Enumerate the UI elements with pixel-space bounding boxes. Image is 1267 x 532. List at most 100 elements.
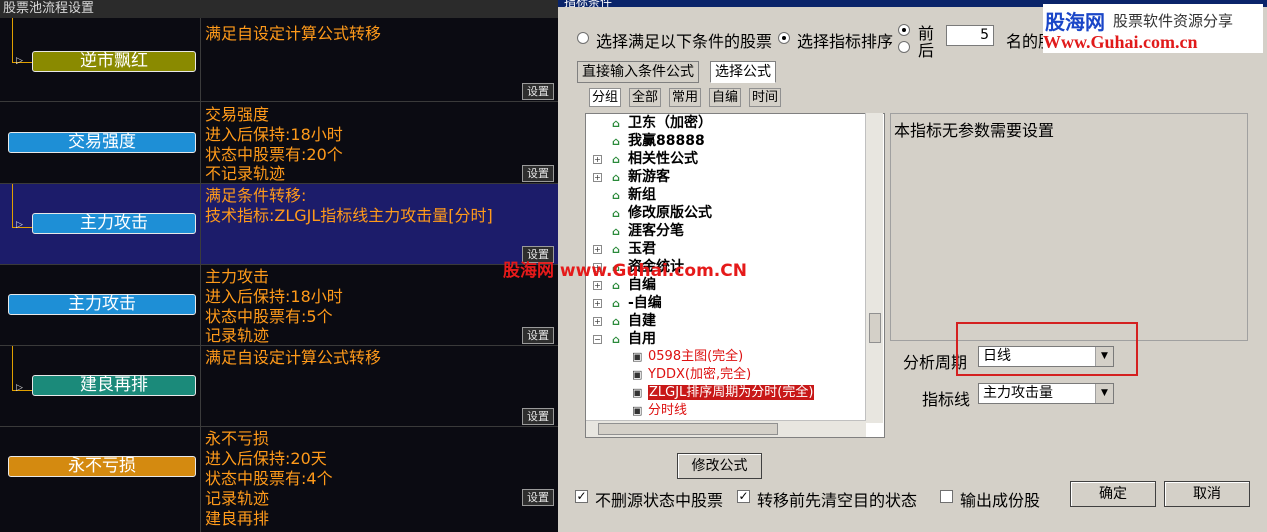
tree-item[interactable]: ⌂ 自用 xyxy=(612,330,656,348)
node-desc: 满足条件转移: xyxy=(205,186,307,205)
folder-icon: ⌂ xyxy=(612,225,620,238)
ok-button[interactable]: 确定 xyxy=(1070,481,1156,507)
folder-icon: ⌂ xyxy=(612,171,620,184)
formula-icon: ▣ xyxy=(632,404,643,417)
clear-target-label: 转移前先清空目的状态 xyxy=(757,491,918,510)
arrow-icon: ▷ xyxy=(16,220,23,230)
flow-node[interactable]: 主力攻击 xyxy=(8,294,196,315)
subtab-all[interactable]: 全部 xyxy=(629,88,662,107)
tree-item[interactable]: ⌂ 修改原版公式 xyxy=(612,204,712,222)
radio-condition-label: 选择满足以下条件的股票 xyxy=(596,32,773,51)
tab-select-formula[interactable]: 选择公式 xyxy=(710,61,776,83)
scroll-thumb[interactable] xyxy=(869,313,881,343)
screenshot-root: 股票池流程设置 ▷ 逆市飘红 满足自设定计算公式转移 设置 交易强度 交易强度 … xyxy=(0,0,1267,532)
tree-item[interactable]: ⌂ 新组 xyxy=(612,186,656,204)
flow-row: ▷ 逆市飘红 满足自设定计算公式转移 设置 xyxy=(0,18,558,102)
flow-node[interactable]: 主力攻击 xyxy=(32,213,196,234)
tab-direct-formula[interactable]: 直接输入条件公式 xyxy=(577,61,699,83)
guhai-logo: 股海网 股票软件资源分享 Www.Guhai.com.cn xyxy=(1043,4,1263,53)
expand-icon[interactable]: + xyxy=(593,299,602,308)
rank-count-input[interactable]: 5 xyxy=(946,25,994,46)
cancel-button[interactable]: 取消 xyxy=(1164,481,1250,507)
subtab-time[interactable]: 时间 xyxy=(749,88,782,107)
subtab-custom[interactable]: 自编 xyxy=(709,88,742,107)
flow-node[interactable]: 交易强度 xyxy=(8,132,196,153)
radio-front[interactable] xyxy=(898,24,910,36)
flow-row: ▷ 建良再排 满足自设定计算公式转移 设置 xyxy=(0,346,558,427)
tree-item[interactable]: ⌂ -自编 xyxy=(612,294,662,312)
expand-icon[interactable]: + xyxy=(593,281,602,290)
folder-icon: ⌂ xyxy=(612,333,620,346)
formula-item[interactable]: ▣ 0598主图(完全) xyxy=(632,348,743,366)
folder-icon: ⌂ xyxy=(612,207,620,220)
keep-source-label: 不删源状态中股票 xyxy=(595,491,724,510)
expand-icon[interactable]: + xyxy=(593,245,602,254)
node-desc: 主力攻击 xyxy=(205,267,270,286)
scroll-thumb[interactable] xyxy=(598,423,778,435)
node-desc: 进入后保持:20天 xyxy=(205,449,327,468)
radio-back-label: 后 xyxy=(918,41,935,60)
folder-icon: ⌂ xyxy=(612,315,620,328)
formula-item[interactable]: ▣ 分时线 xyxy=(632,402,687,420)
panel-title: 股票池流程设置 xyxy=(0,0,560,18)
node-desc: 满足自设定计算公式转移 xyxy=(205,348,382,367)
output-components-checkbox[interactable] xyxy=(940,490,953,503)
formula-item[interactable]: ▣ YDDX(加密,完全) xyxy=(632,366,751,384)
node-desc: 建良再排 xyxy=(205,509,270,528)
radio-rank[interactable] xyxy=(778,32,790,44)
subtab-group[interactable]: 分组 xyxy=(589,88,622,107)
set-button[interactable]: 设置 xyxy=(522,408,554,425)
expand-icon[interactable]: + xyxy=(593,173,602,182)
radio-back[interactable] xyxy=(898,41,910,53)
expand-icon[interactable]: + xyxy=(593,155,602,164)
set-button[interactable]: 设置 xyxy=(522,165,554,182)
parameter-pane: 本指标无参数需要设置 xyxy=(890,113,1248,341)
flow-node[interactable]: 建良再排 xyxy=(32,375,196,396)
tree-item[interactable]: ⌂ 自建 xyxy=(612,312,656,330)
flow-row: 永不亏损 永不亏损 进入后保持:20天 状态中股票有:4个 记录轨迹 建良再排 … xyxy=(0,427,558,532)
tree-item[interactable]: ⌂ 涯客分笔 xyxy=(612,222,684,240)
logo-url: Www.Guhai.com.cn xyxy=(1043,32,1198,52)
tree-horizontal-scrollbar[interactable] xyxy=(586,420,866,437)
subtab-common[interactable]: 常用 xyxy=(669,88,702,107)
tree-vertical-scrollbar[interactable] xyxy=(865,113,883,423)
parameter-info: 本指标无参数需要设置 xyxy=(894,121,1055,140)
node-desc: 技术指标:ZLGJL指标线主力攻击量[分时] xyxy=(205,206,493,225)
set-button[interactable]: 设置 xyxy=(522,83,554,100)
dropdown-icon: ▼ xyxy=(1095,384,1113,403)
formula-icon: ▣ xyxy=(632,386,643,399)
formula-item-selected[interactable]: ▣ ZLGJL排序周期为分时(完全) xyxy=(632,384,815,402)
node-desc: 不记录轨迹 xyxy=(205,164,286,183)
pool-flow-panel: 股票池流程设置 ▷ 逆市飘红 满足自设定计算公式转移 设置 交易强度 交易强度 … xyxy=(0,0,560,532)
node-desc: 永不亏损 xyxy=(205,429,270,448)
tree-item[interactable]: ⌂ 相关性公式 xyxy=(612,150,698,168)
set-button[interactable]: 设置 xyxy=(522,327,554,344)
node-desc: 进入后保持:18小时 xyxy=(205,287,343,306)
node-desc: 交易强度 xyxy=(205,105,270,124)
logo-sub: 股票软件资源分享 xyxy=(1113,12,1234,30)
flow-node[interactable]: 永不亏损 xyxy=(8,456,196,477)
line-label: 指标线 xyxy=(922,390,971,409)
center-watermark: 股海网 www.Guhai.com.CN xyxy=(503,261,747,281)
radio-condition[interactable] xyxy=(577,32,589,44)
collapse-icon[interactable]: − xyxy=(593,335,602,344)
tree-item[interactable]: ⌂ 卫东（加密） xyxy=(612,114,712,132)
flow-row: 主力攻击 主力攻击 进入后保持:18小时 状态中股票有:5个 记录轨迹 设置 xyxy=(0,265,558,346)
tree-item[interactable]: ⌂ 新游客 xyxy=(612,168,670,186)
keep-source-checkbox[interactable]: ✓ xyxy=(575,490,588,503)
highlight-box xyxy=(956,322,1138,376)
flow-node[interactable]: 逆市飘红 xyxy=(32,51,196,72)
column-divider xyxy=(200,18,201,532)
modify-formula-button[interactable]: 修改公式 xyxy=(677,453,762,479)
tree-item[interactable]: ⌂ 我赢88888 xyxy=(612,132,705,150)
flow-row: 交易强度 交易强度 进入后保持:18小时 状态中股票有:20个 不记录轨迹 设置 xyxy=(0,102,558,184)
folder-icon: ⌂ xyxy=(612,153,620,166)
node-desc: 状态中股票有:20个 xyxy=(205,145,343,164)
expand-icon[interactable]: + xyxy=(593,317,602,326)
node-desc: 记录轨迹 xyxy=(205,326,270,345)
node-desc: 状态中股票有:4个 xyxy=(205,469,333,488)
flow-row-selected[interactable]: ▷ 主力攻击 满足条件转移: 技术指标:ZLGJL指标线主力攻击量[分时] 设置 xyxy=(0,184,558,265)
set-button[interactable]: 设置 xyxy=(522,489,554,506)
indicator-line-select[interactable]: 主力攻击量 ▼ xyxy=(978,383,1114,404)
clear-target-checkbox[interactable]: ✓ xyxy=(737,490,750,503)
